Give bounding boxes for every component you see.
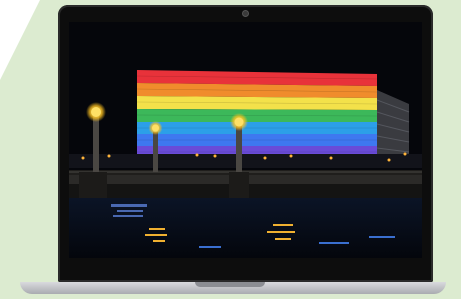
rainbow-facade bbox=[136, 70, 378, 158]
laptop-base-notch bbox=[195, 282, 265, 287]
laptop-screen bbox=[69, 22, 422, 258]
webcam-icon bbox=[242, 10, 249, 17]
night-scene-photo bbox=[69, 22, 422, 258]
